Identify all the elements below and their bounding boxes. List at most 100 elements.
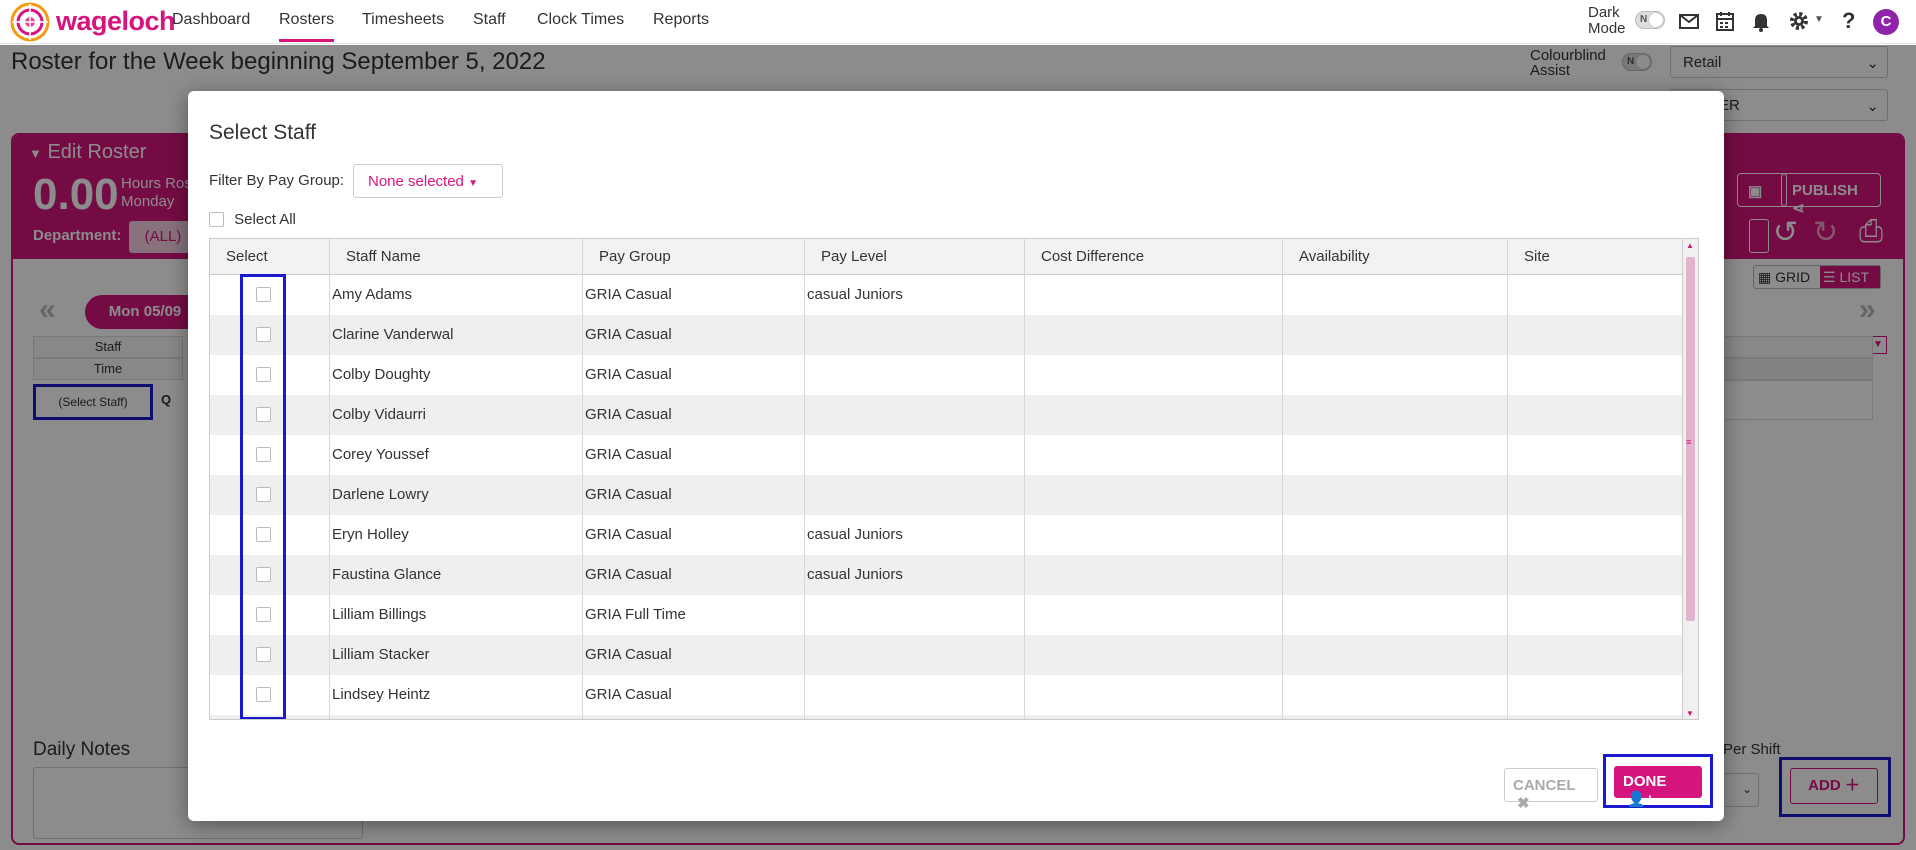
cell-site: [1508, 275, 1683, 315]
staff-table-body: Amy Adams GRIA Casual casual Juniors Clarin…: [210, 275, 1683, 719]
cell-staff-name: Lilliam Billings: [330, 595, 583, 635]
table-row[interactable]: Colby Doughty GRIA Casual: [210, 355, 1683, 395]
cell-staff-name: Eryn Holley: [330, 515, 583, 555]
cell-select[interactable]: [210, 315, 330, 355]
row-select-checkbox[interactable]: [256, 607, 271, 622]
row-select-checkbox[interactable]: [256, 647, 271, 662]
brand-name[interactable]: wageloch: [56, 6, 176, 37]
toggle-knob: [1649, 13, 1663, 27]
select-all-checkbox[interactable]: [209, 211, 224, 227]
cell-pay-level: casual Juniors: [805, 555, 1025, 595]
mail-icon[interactable]: [1678, 10, 1700, 32]
row-select-checkbox[interactable]: [256, 447, 271, 462]
cancel-button[interactable]: CANCEL ✖: [1504, 768, 1598, 812]
staff-table: Select Staff Name Pay Group Pay Level Co…: [209, 238, 1699, 720]
cell-pay-group: GRIA Casual: [583, 315, 805, 355]
table-row[interactable]: Lilliam Stacker GRIA Casual: [210, 635, 1683, 675]
top-navigation-bar: wageloch Dashboard Rosters Timesheets St…: [0, 0, 1916, 44]
select-all-label[interactable]: Select All: [234, 211, 296, 228]
cell-select[interactable]: [210, 715, 330, 719]
row-select-checkbox[interactable]: [256, 567, 271, 582]
table-scrollbar[interactable]: ▲ ≡ ▼: [1682, 239, 1698, 719]
cell-select[interactable]: [210, 555, 330, 595]
col-header-pay-group[interactable]: Pay Group: [583, 239, 805, 275]
filter-pay-group-label: Filter By Pay Group:: [209, 172, 345, 189]
table-row[interactable]: Clarine Vanderwal GRIA Casual: [210, 315, 1683, 355]
table-row[interactable]: Darlene Lowry GRIA Casual: [210, 475, 1683, 515]
cell-pay-level: [805, 475, 1025, 515]
done-button[interactable]: DONE 👤+: [1614, 766, 1702, 808]
staff-table-header: Select Staff Name Pay Group Pay Level Co…: [210, 239, 1683, 275]
table-row[interactable]: Lilliam Billings GRIA Full Time: [210, 595, 1683, 635]
cell-cost-difference: [1025, 595, 1283, 635]
nav-timesheets[interactable]: Timesheets: [362, 11, 444, 29]
cell-staff-name: Clarine Vanderwal: [330, 315, 583, 355]
bell-icon[interactable]: [1750, 10, 1772, 32]
wageloch-logo-icon[interactable]: [10, 2, 50, 42]
table-row[interactable]: Lorna InglesGRIA Casual: [210, 715, 1683, 719]
cell-select[interactable]: [210, 395, 330, 435]
col-header-cost-difference[interactable]: Cost Difference: [1025, 239, 1283, 275]
row-select-checkbox[interactable]: [256, 367, 271, 382]
scroll-down-icon[interactable]: ▼: [1686, 709, 1694, 718]
table-row[interactable]: Faustina Glance GRIA Casual casual Juniors: [210, 555, 1683, 595]
cell-site: [1508, 435, 1683, 475]
cell-select[interactable]: [210, 595, 330, 635]
cell-select[interactable]: [210, 355, 330, 395]
table-row[interactable]: Corey Youssef GRIA Casual: [210, 435, 1683, 475]
row-select-checkbox[interactable]: [256, 687, 271, 702]
select-staff-modal: Select Staff Filter By Pay Group: None s…: [188, 91, 1724, 821]
close-icon: ✖: [1517, 795, 1530, 812]
calendar-icon[interactable]: [1714, 10, 1736, 32]
col-header-pay-level[interactable]: Pay Level: [805, 239, 1025, 275]
cell-cost-difference: [1025, 475, 1283, 515]
cell-staff-name: Colby Doughty: [330, 355, 583, 395]
cell-select[interactable]: [210, 475, 330, 515]
cell-staff-name: Colby Vidaurri: [330, 395, 583, 435]
cell-availability: [1283, 555, 1508, 595]
table-row[interactable]: Eryn Holley GRIA Casual casual Juniors: [210, 515, 1683, 555]
cell-select[interactable]: [210, 515, 330, 555]
row-select-checkbox[interactable]: [256, 407, 271, 422]
help-icon[interactable]: ?: [1842, 8, 1855, 34]
gear-icon[interactable]: [1788, 10, 1810, 32]
cell-select[interactable]: [210, 635, 330, 675]
cancel-label: CANCEL: [1513, 777, 1576, 794]
table-row[interactable]: Colby Vidaurri GRIA Casual: [210, 395, 1683, 435]
table-row[interactable]: Lindsey Heintz GRIA Casual: [210, 675, 1683, 715]
table-row[interactable]: Amy Adams GRIA Casual casual Juniors: [210, 275, 1683, 315]
nav-staff[interactable]: Staff: [473, 11, 506, 29]
cell-availability: [1283, 315, 1508, 355]
nav-reports[interactable]: Reports: [653, 11, 709, 29]
avatar[interactable]: C: [1873, 9, 1899, 35]
gear-dropdown-caret-icon[interactable]: ▼: [1814, 14, 1824, 25]
filter-pay-group-dropdown[interactable]: None selected ▼: [353, 164, 503, 198]
col-header-staff-name[interactable]: Staff Name: [330, 239, 583, 275]
scroll-up-icon[interactable]: ▲: [1686, 241, 1694, 250]
cell-pay-group: GRIA Casual: [583, 515, 805, 555]
cell-site: [1508, 715, 1683, 719]
dark-mode-toggle[interactable]: N: [1635, 11, 1665, 29]
cell-pay-group: GRIA Casual: [583, 435, 805, 475]
cell-staff-name: Lilliam Stacker: [330, 635, 583, 675]
cell-select[interactable]: [210, 435, 330, 475]
cell-pay-group: GRIA Full Time: [583, 595, 805, 635]
col-header-site[interactable]: Site: [1508, 239, 1683, 275]
cell-availability: [1283, 475, 1508, 515]
cell-staff-name: Faustina Glance: [330, 555, 583, 595]
cell-select[interactable]: [210, 675, 330, 715]
cell-pay-level: [805, 635, 1025, 675]
nav-rosters[interactable]: Rosters: [279, 11, 335, 42]
col-header-availability[interactable]: Availability: [1283, 239, 1508, 275]
nav-dashboard[interactable]: Dashboard: [172, 11, 250, 29]
cell-site: [1508, 675, 1683, 715]
nav-clock-times[interactable]: Clock Times: [537, 11, 624, 29]
dark-mode-toggle-state: N: [1640, 14, 1648, 25]
cell-cost-difference: [1025, 435, 1283, 475]
cell-select[interactable]: [210, 275, 330, 315]
row-select-checkbox[interactable]: [256, 487, 271, 502]
cell-pay-level: [805, 355, 1025, 395]
row-select-checkbox[interactable]: [256, 287, 271, 302]
row-select-checkbox[interactable]: [256, 527, 271, 542]
row-select-checkbox[interactable]: [256, 327, 271, 342]
